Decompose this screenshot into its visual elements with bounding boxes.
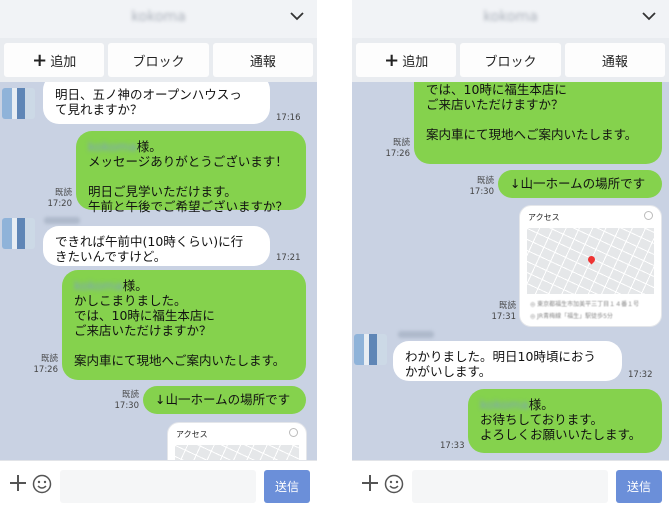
block-label: ブロック: [132, 54, 185, 70]
send-button[interactable]: 送信: [264, 470, 310, 503]
block-button[interactable]: ブロック: [108, 43, 209, 77]
message-bubble: かしこまりました。 では、10時に福生本店に ご来店いただけますか？ 案内車にて…: [414, 82, 662, 164]
message-text: お待ちしております。 よろしくお願いいたします。: [480, 412, 642, 442]
avatar[interactable]: [2, 218, 35, 249]
map-image: [527, 228, 654, 294]
composer-bar: 送信: [0, 460, 317, 511]
honorific: 様。: [122, 278, 148, 293]
honorific: 様。: [528, 397, 554, 412]
message-bubble: 明日、五ノ神のオープンハウスっ て見れますか？: [43, 82, 270, 124]
sender-name: [44, 217, 80, 224]
message-time: 17:32: [628, 370, 653, 380]
report-label: 通報: [601, 54, 628, 70]
customer-name: kokoma: [74, 278, 123, 293]
block-label: ブロック: [484, 54, 537, 70]
contact-name: kokoma: [483, 9, 538, 25]
honorific: 様。: [136, 139, 162, 154]
map-card[interactable]: アクセス ◎ 東京都福生市加美平三丁目１４番１号 ◎ JR青梅線「福生」駅徒歩5…: [519, 205, 662, 327]
avatar[interactable]: [2, 88, 35, 119]
read-status: 既読 17:20: [40, 188, 73, 210]
address-line: ◎ JR青梅線「福生」駅徒歩5分: [530, 313, 613, 320]
plus-icon[interactable]: [360, 473, 380, 497]
read-label: 既読: [498, 301, 516, 311]
map-pin-icon: [586, 254, 597, 265]
map-card[interactable]: アクセス: [167, 422, 307, 460]
read-status: 既読 17:31: [482, 301, 517, 323]
chat-screen-right: kokoma +追加 ブロック 通報 かしこまりました。 では、10時に福生本店…: [352, 0, 669, 511]
message-bubble: できれば午前中(10時くらい)に行 きたいんですけど。: [43, 226, 270, 266]
message-bubble: kokoma様。 メッセージありがとうございます！ 明日ご見学いただけます。 午前…: [76, 131, 306, 214]
message-bubble: ↓山一ホームの場所です: [498, 170, 662, 198]
chevron-down-icon[interactable]: [641, 8, 657, 28]
map-title: アクセス: [176, 430, 208, 439]
emoji-icon[interactable]: [384, 474, 404, 498]
report-button[interactable]: 通報: [212, 43, 313, 77]
read-label: 既読: [40, 354, 58, 364]
chat-screen-left: kokoma + 追加 ブロック 通報 明日、五ノ神のオープンハウスっ て見れます…: [0, 0, 317, 511]
add-friend-button[interactable]: + 追加: [356, 43, 457, 77]
message-text: かしこまりました。 では、10時に福生本店に ご来店いただけますか？ 案内車にて…: [74, 293, 286, 368]
emoji-icon[interactable]: [32, 474, 52, 498]
read-label: 既読: [54, 188, 72, 198]
read-label: 既読: [392, 138, 410, 148]
message-input[interactable]: [412, 470, 608, 503]
report-button[interactable]: 通報: [564, 43, 665, 77]
message-text: メッセージありがとうございます！ 明日ご見学いただけます。 午前と午後でご希望ご…: [88, 154, 289, 214]
read-status: 既読 17:26: [378, 138, 411, 160]
message-time: 17:20: [47, 199, 73, 209]
info-icon: [289, 428, 298, 437]
block-button[interactable]: ブロック: [460, 43, 561, 77]
message-bubble: kokoma様。 かしこまりました。 では、10時に福生本店に ご来店いただけます…: [62, 270, 306, 380]
sender-name: [398, 331, 434, 338]
add-label: 追加: [50, 54, 77, 70]
plus-icon: +: [32, 49, 48, 71]
read-status: 既読 17:30: [460, 176, 495, 198]
add-label: 追加: [402, 54, 429, 70]
customer-name: kokoma: [88, 139, 137, 154]
message-bubble: ↓山一ホームの場所です: [143, 386, 306, 414]
map-image: [175, 445, 299, 460]
avatar[interactable]: [354, 334, 387, 365]
read-status: 既読 17:26: [26, 354, 59, 376]
action-bar: + 追加 ブロック 通報: [352, 38, 669, 82]
message-time: 17:26: [33, 365, 59, 375]
info-icon: [644, 211, 653, 220]
action-bar: + 追加 ブロック 通報: [0, 38, 317, 82]
read-label: 既読: [121, 390, 139, 400]
chat-header: kokoma: [0, 0, 317, 38]
map-title: アクセス: [528, 213, 560, 222]
send-button[interactable]: 送信: [616, 470, 662, 503]
read-label: 既読: [476, 176, 494, 186]
message-bubble: わかりました。明日10時頃におう かがいします。: [393, 341, 622, 381]
message-time: 17:26: [385, 149, 411, 159]
chat-header: kokoma: [352, 0, 669, 38]
composer-bar: 送信: [352, 460, 669, 511]
message-list[interactable]: 明日、五ノ神のオープンハウスっ て見れますか？ 17:16 kokoma様。 メッ…: [0, 82, 317, 460]
read-status: 既読 17:30: [107, 390, 140, 412]
plus-icon[interactable]: [8, 473, 28, 497]
message-time: 17:30: [114, 401, 140, 411]
message-time: 17:21: [276, 253, 301, 263]
message-time: 17:16: [276, 113, 301, 123]
message-time: 17:31: [491, 312, 517, 322]
chevron-down-icon[interactable]: [289, 8, 305, 28]
message-bubble: kokoma様。 お待ちしております。 よろしくお願いいたします。: [468, 389, 662, 453]
report-label: 通報: [249, 54, 276, 70]
contact-name: kokoma: [131, 9, 186, 25]
customer-name: kokoma: [480, 397, 529, 412]
add-friend-button[interactable]: + 追加: [4, 43, 105, 77]
message-input[interactable]: [60, 470, 256, 503]
address-line: ◎ 東京都福生市加美平三丁目１４番１号: [530, 301, 640, 308]
message-list[interactable]: かしこまりました。 では、10時に福生本店に ご来店いただけますか？ 案内車にて…: [352, 82, 669, 460]
message-time: 17:30: [469, 187, 495, 197]
message-time: 17:33: [440, 441, 465, 451]
plus-icon: +: [384, 49, 400, 71]
